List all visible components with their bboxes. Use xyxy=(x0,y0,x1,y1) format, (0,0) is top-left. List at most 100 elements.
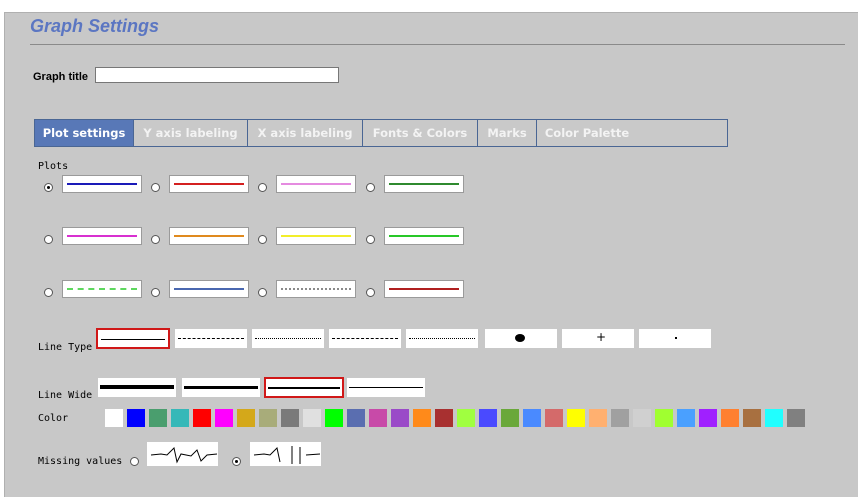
missing-values-connect[interactable] xyxy=(146,441,219,467)
line-type-sample xyxy=(675,337,677,339)
color-swatch[interactable] xyxy=(677,409,695,427)
missing-values-gap[interactable] xyxy=(249,441,322,467)
color-swatch[interactable] xyxy=(171,409,189,427)
plot-line xyxy=(389,183,459,185)
line-type-dash-dot[interactable] xyxy=(328,328,402,349)
color-label: Color xyxy=(38,413,69,424)
color-swatch[interactable] xyxy=(567,409,585,427)
color-swatch[interactable] xyxy=(391,409,409,427)
line-type-sample xyxy=(332,338,398,339)
plot-line-swatch[interactable] xyxy=(384,280,464,298)
line-type-dotted[interactable] xyxy=(251,328,325,349)
color-swatch[interactable] xyxy=(259,409,277,427)
line-type-solid[interactable] xyxy=(96,328,170,349)
color-swatch[interactable] xyxy=(325,409,343,427)
plot-line xyxy=(67,288,137,290)
plot-line-swatch[interactable] xyxy=(276,227,356,245)
color-swatch[interactable] xyxy=(743,409,761,427)
color-swatch[interactable] xyxy=(721,409,739,427)
plot-radio[interactable] xyxy=(366,235,375,244)
color-swatch[interactable] xyxy=(237,409,255,427)
color-swatch[interactable] xyxy=(655,409,673,427)
plot-line xyxy=(174,235,244,237)
plot-line-swatch[interactable] xyxy=(169,227,249,245)
color-swatch[interactable] xyxy=(699,409,717,427)
plot-radio[interactable] xyxy=(44,183,53,192)
color-swatch[interactable] xyxy=(633,409,651,427)
line-type-point[interactable] xyxy=(638,328,712,349)
color-swatch[interactable] xyxy=(303,409,321,427)
tab-x-axis-labeling[interactable]: X axis labeling xyxy=(248,120,363,146)
color-swatch[interactable] xyxy=(787,409,805,427)
line-width-sample xyxy=(349,387,423,388)
graph-title-input[interactable] xyxy=(95,67,339,83)
title-divider xyxy=(30,44,845,45)
missing-values-radio[interactable] xyxy=(130,457,139,466)
tab-fonts-colors[interactable]: Fonts & Colors xyxy=(363,120,478,146)
plot-radio[interactable] xyxy=(366,288,375,297)
color-swatch[interactable] xyxy=(501,409,519,427)
line-type-dash-dot-dot[interactable] xyxy=(405,328,479,349)
color-swatch[interactable] xyxy=(457,409,475,427)
color-swatch[interactable] xyxy=(149,409,167,427)
color-swatch[interactable] xyxy=(545,409,563,427)
line-width-thin[interactable] xyxy=(346,377,426,398)
color-swatch[interactable] xyxy=(479,409,497,427)
line-type-dashed[interactable] xyxy=(174,328,248,349)
plot-radio[interactable] xyxy=(258,288,267,297)
color-swatch[interactable] xyxy=(589,409,607,427)
color-swatch[interactable] xyxy=(413,409,431,427)
plots-label: Plots xyxy=(38,161,69,172)
plot-line xyxy=(389,288,459,290)
plot-radio[interactable] xyxy=(258,183,267,192)
graph-title-label: Graph title xyxy=(33,71,89,83)
color-swatch[interactable] xyxy=(347,409,365,427)
missing-values-radio[interactable] xyxy=(232,457,241,466)
plot-line xyxy=(389,235,459,237)
color-swatch[interactable] xyxy=(611,409,629,427)
tab-y-axis-labeling[interactable]: Y axis labeling xyxy=(134,120,248,146)
color-swatch[interactable] xyxy=(215,409,233,427)
plot-line xyxy=(281,235,351,237)
line-type-plus[interactable]: + xyxy=(561,328,635,349)
line-width-medium[interactable] xyxy=(264,377,344,398)
plot-line-swatch[interactable] xyxy=(276,175,356,193)
color-swatch[interactable] xyxy=(193,409,211,427)
color-swatch[interactable] xyxy=(127,409,145,427)
plot-radio[interactable] xyxy=(151,183,160,192)
line-type-sample xyxy=(178,338,244,339)
plot-line-swatch[interactable] xyxy=(384,227,464,245)
color-swatch[interactable] xyxy=(369,409,387,427)
line-width-sample xyxy=(184,386,258,389)
line-width-medium-thick[interactable] xyxy=(181,377,261,398)
plot-radio[interactable] xyxy=(44,288,53,297)
plot-radio[interactable] xyxy=(151,235,160,244)
color-swatch[interactable] xyxy=(105,409,123,427)
color-swatch[interactable] xyxy=(435,409,453,427)
line-type-blob[interactable] xyxy=(484,328,558,349)
plot-line xyxy=(67,183,137,185)
plot-line xyxy=(67,235,137,237)
missing-values-sample xyxy=(253,446,321,464)
plot-radio[interactable] xyxy=(258,235,267,244)
plot-line-swatch[interactable] xyxy=(276,280,356,298)
line-width-sample xyxy=(100,385,174,389)
plot-radio[interactable] xyxy=(366,183,375,192)
plot-radio[interactable] xyxy=(151,288,160,297)
color-swatch[interactable] xyxy=(765,409,783,427)
plot-line-swatch[interactable] xyxy=(62,175,142,193)
plot-line-swatch[interactable] xyxy=(384,175,464,193)
tab-color-palette[interactable]: Color Palette xyxy=(537,120,637,146)
plot-line-swatch[interactable] xyxy=(62,280,142,298)
line-width-sample xyxy=(268,387,340,389)
color-swatch[interactable] xyxy=(281,409,299,427)
plot-radio[interactable] xyxy=(44,235,53,244)
settings-tabs: Plot settings Y axis labeling X axis lab… xyxy=(34,119,728,147)
plot-line-swatch[interactable] xyxy=(169,280,249,298)
tab-plot-settings[interactable]: Plot settings xyxy=(35,120,134,146)
tab-marks[interactable]: Marks xyxy=(478,120,537,146)
plot-line-swatch[interactable] xyxy=(62,227,142,245)
line-width-thick[interactable] xyxy=(97,377,177,398)
plot-line-swatch[interactable] xyxy=(169,175,249,193)
color-swatch[interactable] xyxy=(523,409,541,427)
